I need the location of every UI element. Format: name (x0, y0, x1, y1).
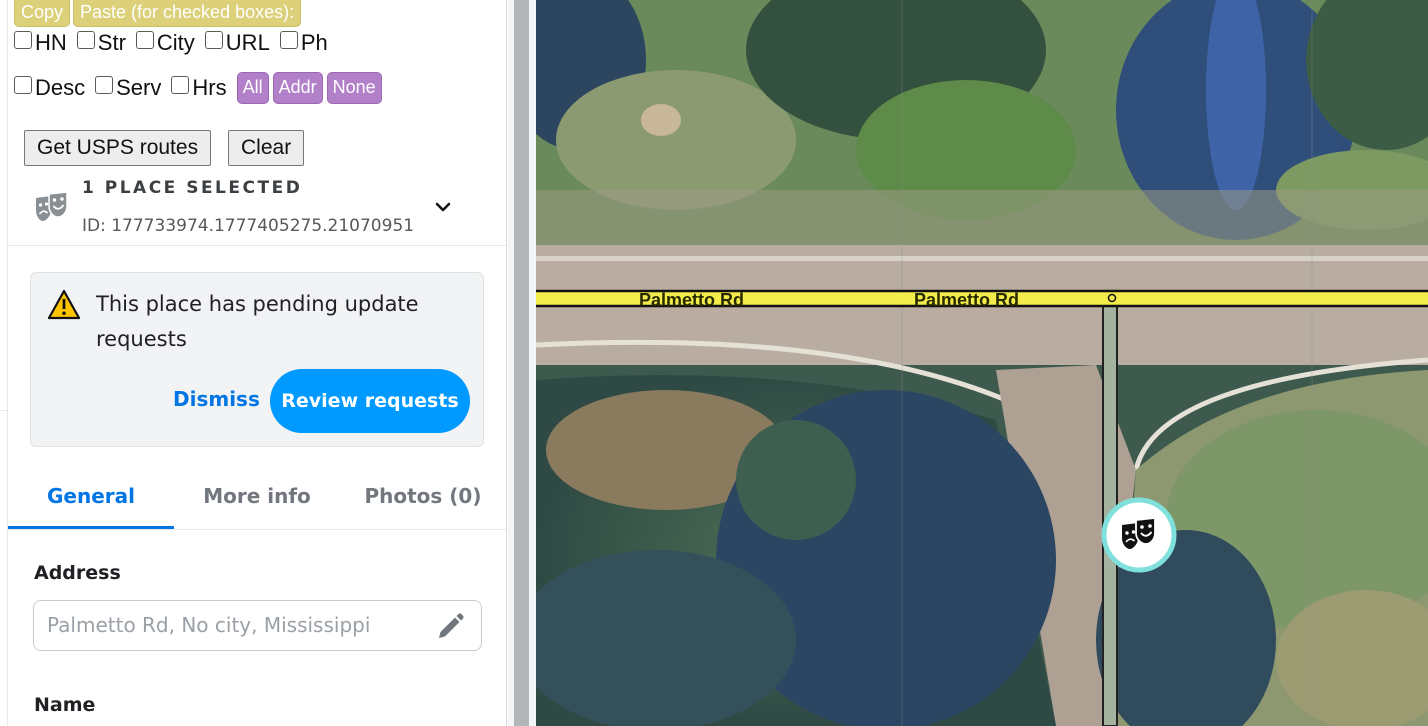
checkbox-box[interactable] (279, 31, 298, 49)
name-label: Name (34, 694, 96, 716)
checkbox-box[interactable] (171, 76, 190, 94)
editor-sidebar: Copy Paste (for checked boxes): HN Str C… (0, 0, 508, 726)
copy-button[interactable]: Copy (14, 0, 71, 27)
alert-message: This place has pending update requests (96, 292, 419, 351)
checkbox-label: Hrs (192, 75, 227, 100)
checkbox-ph[interactable]: Ph (279, 30, 328, 56)
checkbox-url[interactable]: URL (204, 30, 270, 56)
road-labels: Palmetto Rd Palmetto Rd (639, 290, 1019, 310)
splitter-handle[interactable] (514, 0, 529, 726)
paste-button[interactable]: Paste (for checked boxes): (73, 0, 302, 27)
road-label-right: Palmetto Rd (914, 290, 1019, 310)
address-label: Address (34, 562, 121, 584)
tab-photos[interactable]: Photos (0) (340, 484, 506, 508)
pencil-icon[interactable] (434, 611, 466, 643)
select-all-button[interactable]: All (236, 72, 269, 104)
tab-general[interactable]: General (8, 484, 174, 508)
divider (8, 529, 506, 530)
review-requests-button[interactable]: Review requests (270, 369, 470, 433)
theater-masks-icon (36, 191, 68, 221)
checkbox-hrs[interactable]: Hrs (171, 75, 227, 101)
checkbox-box[interactable] (76, 31, 95, 49)
sidebar-left-border (7, 0, 8, 726)
select-none-button[interactable]: None (326, 72, 382, 104)
checkbox-city[interactable]: City (135, 30, 195, 56)
tab-more-info[interactable]: More info (174, 484, 340, 508)
get-usps-routes-button[interactable]: Get USPS routes (24, 130, 212, 166)
checkbox-box[interactable] (14, 31, 32, 49)
checkbox-label: Desc (35, 75, 86, 100)
divider (0, 410, 7, 411)
checkbox-label: HN (35, 30, 67, 55)
place-id: ID: 177733974.1777405275.21070951 (82, 216, 415, 236)
pending-updates-alert: This place has pending update requests D… (30, 272, 484, 447)
warning-triangle-icon (47, 289, 81, 320)
selection-title: 1 PLACE SELECTED (82, 178, 303, 198)
checkbox-box[interactable] (14, 76, 32, 94)
select-addr-button[interactable]: Addr (272, 72, 323, 104)
dismiss-button[interactable]: Dismiss (173, 387, 260, 411)
sidebar-right-border (506, 0, 507, 726)
checkbox-row-1: HN Str City URL Ph (14, 30, 338, 56)
map-canvas[interactable]: Palmetto Rd Palmetto Rd (536, 0, 1428, 726)
address-value: Palmetto Rd, No city, Mississippi (47, 613, 371, 637)
checkbox-label: Serv (116, 75, 162, 100)
road-label-left: Palmetto Rd (639, 290, 744, 310)
checkbox-desc[interactable]: Desc (14, 75, 85, 101)
checkbox-label: Str (97, 30, 126, 55)
clear-button[interactable]: Clear (228, 130, 305, 166)
divider (8, 245, 506, 246)
checkbox-box[interactable] (204, 31, 223, 49)
checkbox-label: Ph (300, 30, 328, 55)
place-marker[interactable] (1100, 496, 1178, 574)
chevron-down-icon[interactable] (432, 196, 454, 218)
checkbox-box[interactable] (135, 31, 154, 49)
checkbox-serv[interactable]: Serv (95, 75, 161, 101)
checkbox-label: City (156, 30, 195, 55)
checkbox-str[interactable]: Str (76, 30, 126, 56)
address-field[interactable]: Palmetto Rd, No city, Mississippi (33, 600, 482, 651)
checkbox-row-2: Desc Serv Hrs All Addr None (14, 72, 386, 104)
checkbox-label: URL (225, 30, 270, 55)
checkbox-hn[interactable]: HN (14, 30, 67, 56)
checkbox-box[interactable] (95, 76, 114, 94)
